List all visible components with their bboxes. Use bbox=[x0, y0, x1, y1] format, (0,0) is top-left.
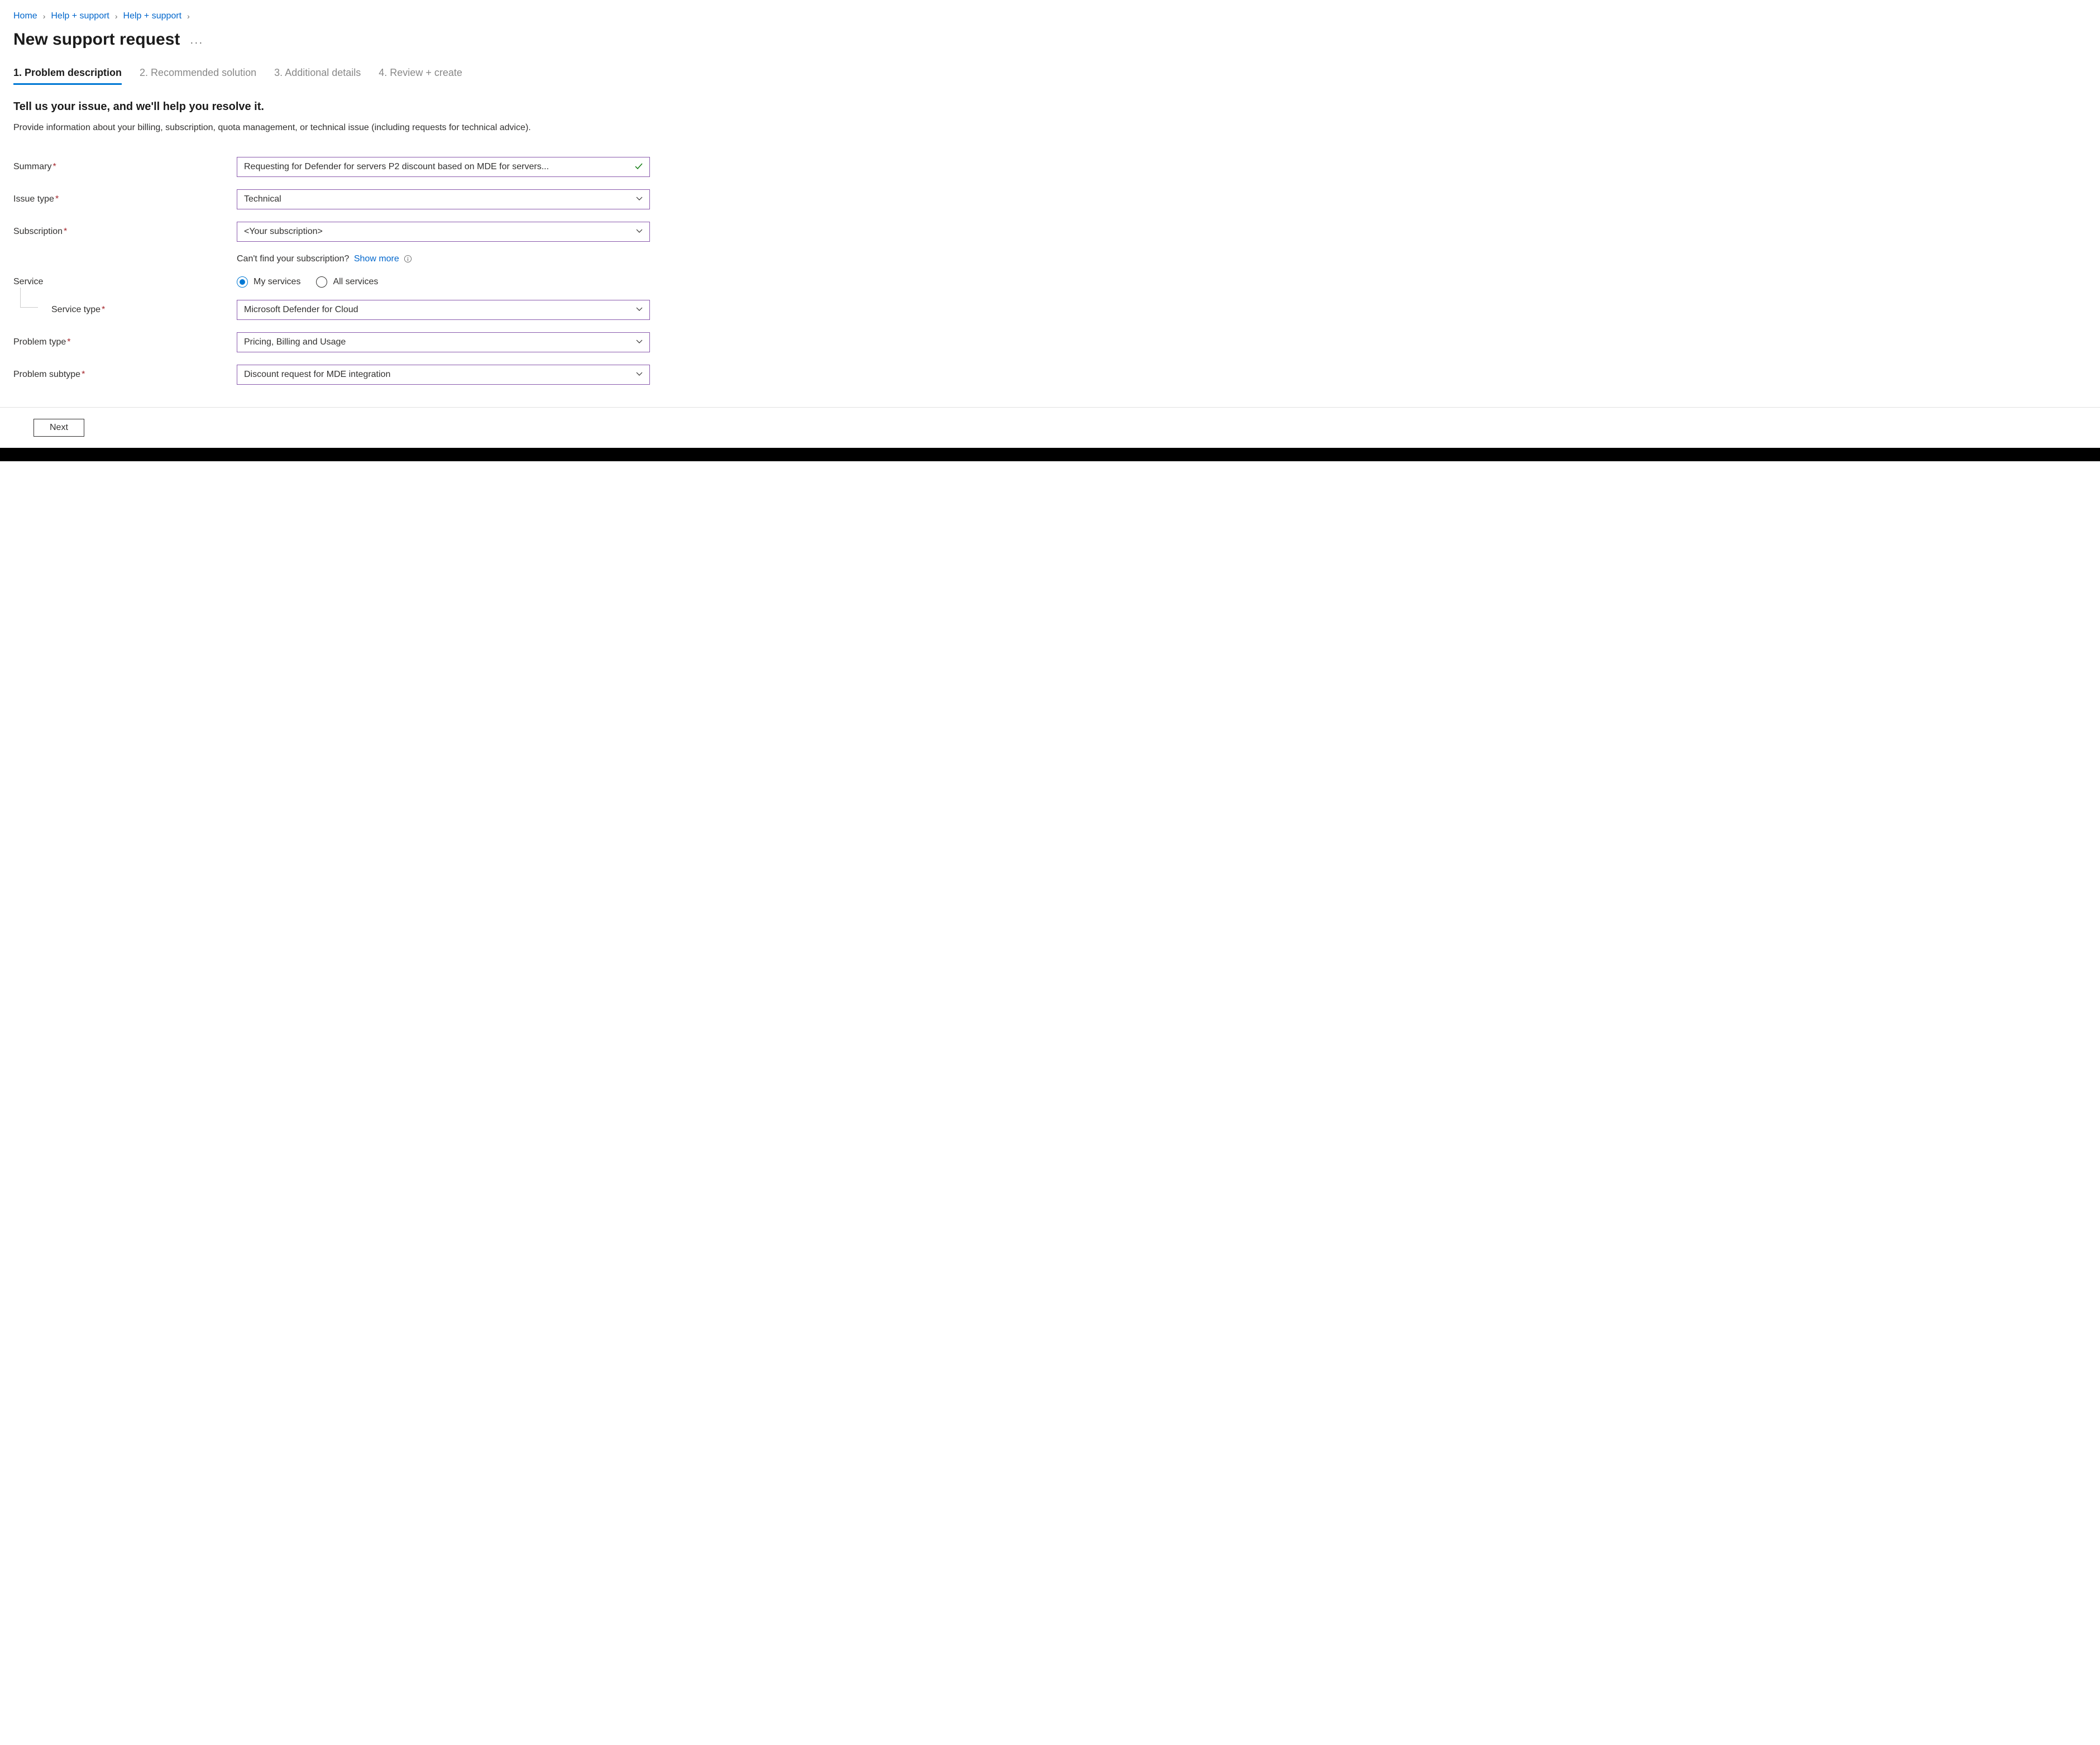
info-icon[interactable] bbox=[404, 255, 412, 263]
issue-type-select[interactable]: Technical bbox=[237, 189, 650, 209]
summary-label: Summary* bbox=[13, 162, 237, 172]
radio-my-services[interactable]: My services bbox=[237, 276, 300, 288]
tab-problem-description[interactable]: 1. Problem description bbox=[13, 67, 122, 85]
service-type-label: Service type* bbox=[13, 305, 237, 315]
radio-my-services-label: My services bbox=[253, 277, 300, 287]
next-button[interactable]: Next bbox=[34, 419, 84, 437]
breadcrumb: Home › Help + support › Help + support › bbox=[13, 11, 2087, 21]
breadcrumb-home[interactable]: Home bbox=[13, 11, 37, 21]
more-icon[interactable]: ··· bbox=[190, 31, 203, 49]
breadcrumb-help-support-2[interactable]: Help + support bbox=[123, 11, 182, 21]
service-label: Service bbox=[13, 277, 237, 287]
subscription-helper: Can't find your subscription? Show more bbox=[237, 254, 412, 264]
chevron-right-icon: › bbox=[187, 12, 190, 21]
tab-additional-details[interactable]: 3. Additional details bbox=[274, 67, 361, 85]
section-description: Provide information about your billing, … bbox=[13, 121, 639, 135]
radio-all-services[interactable]: All services bbox=[316, 276, 378, 288]
problem-subtype-label: Problem subtype* bbox=[13, 370, 237, 380]
footer-divider bbox=[0, 407, 2100, 408]
subscription-label: Subscription* bbox=[13, 227, 237, 237]
show-more-link[interactable]: Show more bbox=[354, 254, 399, 264]
service-type-select[interactable]: Microsoft Defender for Cloud bbox=[237, 300, 650, 320]
tab-recommended-solution[interactable]: 2. Recommended solution bbox=[140, 67, 256, 85]
chevron-right-icon: › bbox=[43, 12, 46, 21]
breadcrumb-help-support-1[interactable]: Help + support bbox=[51, 11, 109, 21]
summary-input[interactable]: Requesting for Defender for servers P2 d… bbox=[237, 157, 650, 177]
problem-type-label: Problem type* bbox=[13, 337, 237, 347]
problem-type-select[interactable]: Pricing, Billing and Usage bbox=[237, 332, 650, 352]
radio-all-services-label: All services bbox=[333, 277, 378, 287]
problem-subtype-select[interactable]: Discount request for MDE integration bbox=[237, 365, 650, 385]
bottom-bar bbox=[0, 448, 2100, 461]
subscription-select[interactable]: <Your subscription> bbox=[237, 222, 650, 242]
chevron-right-icon: › bbox=[115, 12, 118, 21]
issue-type-label: Issue type* bbox=[13, 194, 237, 204]
page-title: New support request bbox=[13, 30, 180, 49]
wizard-tabs: 1. Problem description 2. Recommended so… bbox=[13, 67, 2087, 85]
tab-review-create[interactable]: 4. Review + create bbox=[379, 67, 462, 85]
section-heading: Tell us your issue, and we'll help you r… bbox=[13, 101, 2087, 113]
